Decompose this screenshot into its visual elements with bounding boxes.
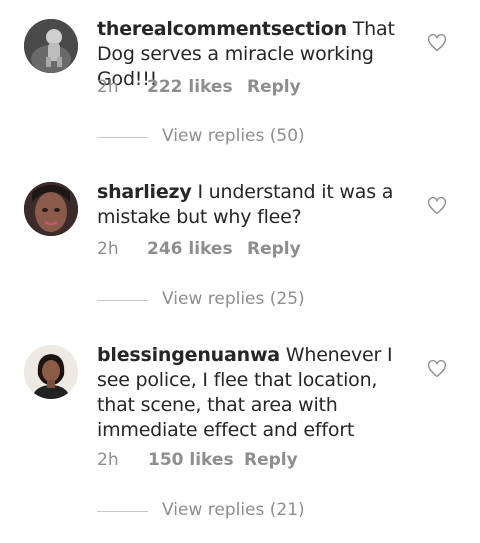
comment-likes[interactable]: 246 likes <box>147 239 233 259</box>
comment-username[interactable]: sharliezy <box>97 181 192 203</box>
comment-time: 2h <box>97 239 119 259</box>
comment-time: 2h <box>97 450 119 470</box>
heart-outline-icon <box>427 359 447 378</box>
view-replies-button[interactable]: View replies (21) <box>97 500 357 524</box>
like-button[interactable] <box>427 33 447 53</box>
view-replies-button[interactable]: View replies (25) <box>97 289 357 313</box>
reply-button[interactable]: Reply <box>247 77 301 97</box>
heart-outline-icon <box>427 33 447 52</box>
comment-body: sharliezy I understand it was a mistake … <box>97 180 412 259</box>
comments-list: therealcommentsection That Dog serves a … <box>0 0 480 543</box>
woman-avatar-icon <box>24 345 78 399</box>
reply-button[interactable]: Reply <box>244 450 298 470</box>
dog-statue-avatar-icon <box>24 19 78 73</box>
comment-text-block: sharliezy I understand it was a mistake … <box>97 180 412 230</box>
comment-time: 2h <box>97 77 119 97</box>
avatar[interactable] <box>24 345 78 399</box>
view-replies-label: View replies (21) <box>162 500 305 520</box>
like-button[interactable] <box>427 196 447 216</box>
comment-likes[interactable]: 222 likes <box>147 77 233 97</box>
comment-text-block: blessingenuanwa Whenever I see police, I… <box>97 343 412 443</box>
comment-likes[interactable]: 150 likes <box>148 450 234 470</box>
replies-divider <box>97 511 148 512</box>
comment-body: therealcommentsection That Dog serves a … <box>97 17 412 97</box>
like-button[interactable] <box>427 359 447 379</box>
heart-outline-icon <box>427 196 447 215</box>
view-replies-label: View replies (25) <box>162 289 305 309</box>
comment-username[interactable]: blessingenuanwa <box>97 344 280 366</box>
replies-divider <box>97 300 148 301</box>
view-replies-label: View replies (50) <box>162 126 305 146</box>
comment-username[interactable]: therealcommentsection <box>97 18 347 40</box>
replies-divider <box>97 137 148 138</box>
avatar[interactable] <box>24 182 78 236</box>
view-replies-button[interactable]: View replies (50) <box>97 126 357 150</box>
reply-button[interactable]: Reply <box>247 239 301 259</box>
avatar[interactable] <box>24 19 78 73</box>
comment-body: blessingenuanwa Whenever I see police, I… <box>97 343 412 470</box>
selfie-avatar-icon <box>24 182 78 236</box>
